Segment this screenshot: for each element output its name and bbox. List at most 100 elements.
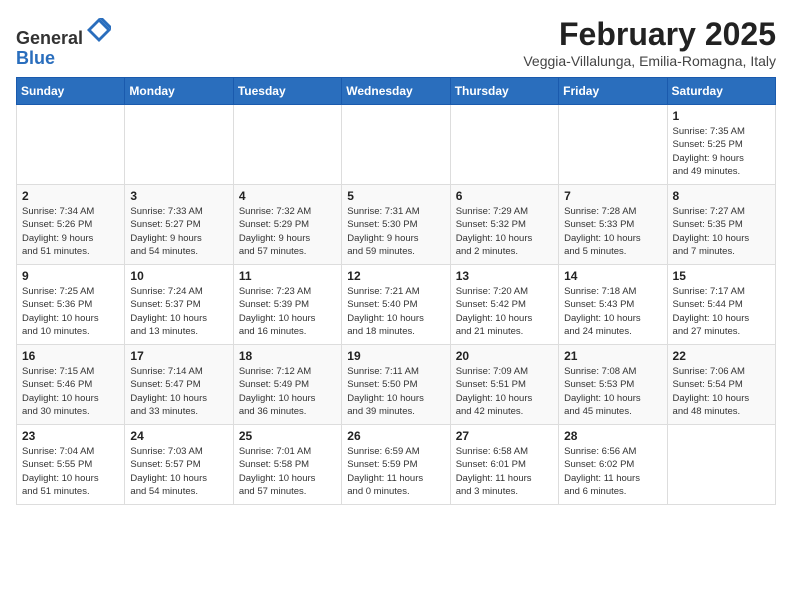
day-number: 26 — [347, 429, 444, 443]
calendar-cell: 10 Sunrise: 7:24 AM Sunset: 5:37 PM Dayli… — [125, 265, 233, 345]
day-number: 7 — [564, 189, 661, 203]
day-number: 12 — [347, 269, 444, 283]
day-number: 21 — [564, 349, 661, 363]
weekday-header: Friday — [559, 78, 667, 105]
weekday-header: Tuesday — [233, 78, 341, 105]
calendar-cell — [450, 105, 558, 185]
day-info: Sunrise: 7:11 AM Sunset: 5:50 PM Dayligh… — [347, 365, 444, 418]
day-number: 23 — [22, 429, 119, 443]
day-number: 10 — [130, 269, 227, 283]
day-info: Sunrise: 6:58 AM Sunset: 6:01 PM Dayligh… — [456, 445, 553, 498]
day-number: 8 — [673, 189, 770, 203]
calendar-week-row: 9 Sunrise: 7:25 AM Sunset: 5:36 PM Daylig… — [17, 265, 776, 345]
calendar-cell: 2 Sunrise: 7:34 AM Sunset: 5:26 PM Daylig… — [17, 185, 125, 265]
calendar-cell: 27 Sunrise: 6:58 AM Sunset: 6:01 PM Dayli… — [450, 425, 558, 505]
page-header: General Blue February 2025 Veggia-Villal… — [16, 16, 776, 69]
day-info: Sunrise: 7:25 AM Sunset: 5:36 PM Dayligh… — [22, 285, 119, 338]
calendar-week-row: 1 Sunrise: 7:35 AM Sunset: 5:25 PM Daylig… — [17, 105, 776, 185]
calendar-cell: 6 Sunrise: 7:29 AM Sunset: 5:32 PM Daylig… — [450, 185, 558, 265]
calendar-week-row: 23 Sunrise: 7:04 AM Sunset: 5:55 PM Dayli… — [17, 425, 776, 505]
day-number: 6 — [456, 189, 553, 203]
calendar-cell: 23 Sunrise: 7:04 AM Sunset: 5:55 PM Dayli… — [17, 425, 125, 505]
day-info: Sunrise: 7:04 AM Sunset: 5:55 PM Dayligh… — [22, 445, 119, 498]
day-number: 19 — [347, 349, 444, 363]
calendar-cell: 5Sunrise: 7:31 AM Sunset: 5:30 PM Daylig… — [342, 185, 450, 265]
day-info: Sunrise: 7:03 AM Sunset: 5:57 PM Dayligh… — [130, 445, 227, 498]
day-number: 25 — [239, 429, 336, 443]
weekday-header: Wednesday — [342, 78, 450, 105]
day-info: Sunrise: 7:31 AM Sunset: 5:30 PM Dayligh… — [347, 205, 444, 258]
day-info: Sunrise: 7:35 AM Sunset: 5:25 PM Dayligh… — [673, 125, 770, 178]
calendar-cell: 3 Sunrise: 7:33 AM Sunset: 5:27 PM Daylig… — [125, 185, 233, 265]
day-number: 16 — [22, 349, 119, 363]
day-number: 17 — [130, 349, 227, 363]
calendar-cell: 25Sunrise: 7:01 AM Sunset: 5:58 PM Dayli… — [233, 425, 341, 505]
calendar-cell — [233, 105, 341, 185]
calendar-cell: 17 Sunrise: 7:14 AM Sunset: 5:47 PM Dayli… — [125, 345, 233, 425]
calendar-week-row: 16Sunrise: 7:15 AM Sunset: 5:46 PM Dayli… — [17, 345, 776, 425]
day-info: Sunrise: 7:08 AM Sunset: 5:53 PM Dayligh… — [564, 365, 661, 418]
day-info: Sunrise: 7:14 AM Sunset: 5:47 PM Dayligh… — [130, 365, 227, 418]
calendar-cell: 12 Sunrise: 7:21 AM Sunset: 5:40 PM Dayli… — [342, 265, 450, 345]
weekday-header: Thursday — [450, 78, 558, 105]
day-info: Sunrise: 7:09 AM Sunset: 5:51 PM Dayligh… — [456, 365, 553, 418]
calendar-cell: 20 Sunrise: 7:09 AM Sunset: 5:51 PM Dayli… — [450, 345, 558, 425]
day-info: Sunrise: 6:56 AM Sunset: 6:02 PM Dayligh… — [564, 445, 661, 498]
calendar-cell: 13 Sunrise: 7:20 AM Sunset: 5:42 PM Dayli… — [450, 265, 558, 345]
logo-icon — [85, 16, 113, 44]
calendar-cell: 24 Sunrise: 7:03 AM Sunset: 5:57 PM Dayli… — [125, 425, 233, 505]
calendar-cell: 15Sunrise: 7:17 AM Sunset: 5:44 PM Dayli… — [667, 265, 775, 345]
day-info: Sunrise: 6:59 AM Sunset: 5:59 PM Dayligh… — [347, 445, 444, 498]
logo: General Blue — [16, 16, 113, 69]
day-number: 13 — [456, 269, 553, 283]
weekday-header: Saturday — [667, 78, 775, 105]
day-info: Sunrise: 7:06 AM Sunset: 5:54 PM Dayligh… — [673, 365, 770, 418]
logo-blue: Blue — [16, 48, 55, 68]
day-info: Sunrise: 7:33 AM Sunset: 5:27 PM Dayligh… — [130, 205, 227, 258]
day-info: Sunrise: 7:24 AM Sunset: 5:37 PM Dayligh… — [130, 285, 227, 338]
calendar-cell: 19 Sunrise: 7:11 AM Sunset: 5:50 PM Dayli… — [342, 345, 450, 425]
calendar-cell: 22 Sunrise: 7:06 AM Sunset: 5:54 PM Dayli… — [667, 345, 775, 425]
calendar-cell: 9 Sunrise: 7:25 AM Sunset: 5:36 PM Daylig… — [17, 265, 125, 345]
day-number: 18 — [239, 349, 336, 363]
day-info: Sunrise: 7:12 AM Sunset: 5:49 PM Dayligh… — [239, 365, 336, 418]
calendar-cell: 16Sunrise: 7:15 AM Sunset: 5:46 PM Dayli… — [17, 345, 125, 425]
day-info: Sunrise: 7:20 AM Sunset: 5:42 PM Dayligh… — [456, 285, 553, 338]
calendar-cell: 28 Sunrise: 6:56 AM Sunset: 6:02 PM Dayli… — [559, 425, 667, 505]
day-number: 9 — [22, 269, 119, 283]
day-number: 2 — [22, 189, 119, 203]
calendar-cell: 7Sunrise: 7:28 AM Sunset: 5:33 PM Daylig… — [559, 185, 667, 265]
calendar-cell — [559, 105, 667, 185]
day-number: 24 — [130, 429, 227, 443]
calendar-table: SundayMondayTuesdayWednesdayThursdayFrid… — [16, 77, 776, 505]
day-info: Sunrise: 7:29 AM Sunset: 5:32 PM Dayligh… — [456, 205, 553, 258]
calendar-cell — [342, 105, 450, 185]
weekday-header-row: SundayMondayTuesdayWednesdayThursdayFrid… — [17, 78, 776, 105]
day-number: 11 — [239, 269, 336, 283]
weekday-header: Monday — [125, 78, 233, 105]
calendar-cell — [667, 425, 775, 505]
day-info: Sunrise: 7:18 AM Sunset: 5:43 PM Dayligh… — [564, 285, 661, 338]
calendar-cell: 8Sunrise: 7:27 AM Sunset: 5:35 PM Daylig… — [667, 185, 775, 265]
day-info: Sunrise: 7:32 AM Sunset: 5:29 PM Dayligh… — [239, 205, 336, 258]
day-number: 4 — [239, 189, 336, 203]
day-info: Sunrise: 7:23 AM Sunset: 5:39 PM Dayligh… — [239, 285, 336, 338]
calendar-cell: 18 Sunrise: 7:12 AM Sunset: 5:49 PM Dayli… — [233, 345, 341, 425]
title-block: February 2025 Veggia-Villalunga, Emilia-… — [523, 16, 776, 69]
calendar-cell: 14 Sunrise: 7:18 AM Sunset: 5:43 PM Dayli… — [559, 265, 667, 345]
day-number: 28 — [564, 429, 661, 443]
calendar-cell — [17, 105, 125, 185]
location: Veggia-Villalunga, Emilia-Romagna, Italy — [523, 53, 776, 69]
calendar-cell: 1 Sunrise: 7:35 AM Sunset: 5:25 PM Daylig… — [667, 105, 775, 185]
calendar-cell — [125, 105, 233, 185]
day-number: 27 — [456, 429, 553, 443]
day-number: 14 — [564, 269, 661, 283]
day-info: Sunrise: 7:21 AM Sunset: 5:40 PM Dayligh… — [347, 285, 444, 338]
day-number: 20 — [456, 349, 553, 363]
day-number: 3 — [130, 189, 227, 203]
day-info: Sunrise: 7:34 AM Sunset: 5:26 PM Dayligh… — [22, 205, 119, 258]
day-number: 1 — [673, 109, 770, 123]
day-number: 22 — [673, 349, 770, 363]
calendar-cell: 21 Sunrise: 7:08 AM Sunset: 5:53 PM Dayli… — [559, 345, 667, 425]
calendar-cell: 11 Sunrise: 7:23 AM Sunset: 5:39 PM Dayli… — [233, 265, 341, 345]
